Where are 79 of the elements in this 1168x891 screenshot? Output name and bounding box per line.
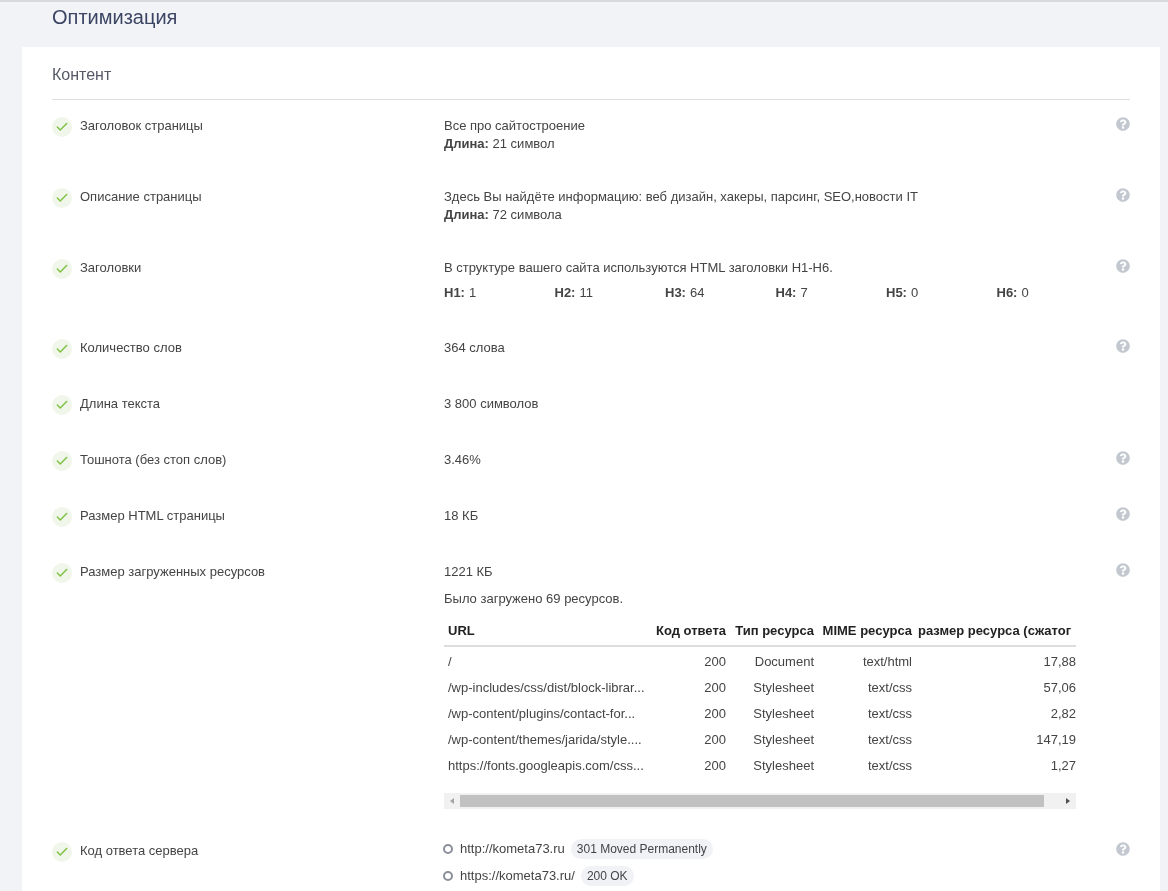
table-cell-text: Document [753,653,815,672]
value-text: 1221 КБ [444,564,494,580]
check-label: Код ответа сервера [80,843,200,859]
table-cell-text: 200 [703,653,727,672]
note-text: Было загружено 69 ресурсов. [444,591,625,607]
table-cell-text: 57,06 [1042,679,1076,698]
table-cell-text: 200 [703,757,727,776]
column-header: URL [447,622,476,641]
heading-count: 11 [579,285,593,301]
table-cell-text: /wp-includes/css/dist/block-librar... [447,679,646,698]
heading-count: 0 [910,285,919,301]
table-cell-text: 1,27 [1049,757,1076,776]
check-label: Тошнота (без стоп слов) [80,452,228,468]
heading-count: 64 [689,285,705,301]
heading-tag: H6: [996,285,1018,301]
table-cell-text: /wp-content/plugins/contact-for... [447,705,637,724]
heading-count: 0 [1021,285,1029,301]
heading-tag: H4: [775,285,797,301]
help-icon[interactable] [1116,117,1130,134]
help-icon[interactable] [1116,259,1130,276]
table-cell-text: 147,19 [1035,731,1076,750]
value-text: Здесь Вы найдёте информацию: веб дизайн, хакеры, парсинг, SEO,новости IT [444,189,919,205]
horizontal-scrollbar[interactable] [444,793,1076,809]
help-icon[interactable] [1116,842,1130,859]
heading-count: 1 [468,285,477,301]
value-text: 3.46% [444,452,482,468]
timeline-node-icon [442,843,454,855]
value-text: Длина: 72 символа [444,207,563,223]
help-icon[interactable] [1116,339,1130,356]
help-icon[interactable] [1116,451,1130,468]
redirect-url: http://kometa73.ru [460,840,565,859]
column-header: размер ресурса (сжатог [917,622,1073,641]
check-label: Заголовки [80,260,143,276]
table-cell-text: 200 [703,731,727,750]
heading-tag: H5: [886,285,907,301]
table-cell-text: Stylesheet [752,679,815,698]
help-icon[interactable] [1116,507,1130,524]
table-cell-text: text/html [861,653,913,672]
value-text: 364 слова [444,340,506,356]
status-badge: 301 Moved Permanently [570,839,713,859]
help-icon[interactable] [1116,188,1130,205]
table-cell-text: 200 [703,705,727,724]
heading-tag: H3: [665,285,686,301]
value-text: 18 КБ [444,508,480,524]
page-title: Оптимизация [52,5,179,29]
table-cell-text: 200 [703,679,727,698]
check-label: Количество слов [80,340,183,356]
help-icon[interactable] [1116,563,1130,580]
value-text: 3 800 символов [444,396,540,412]
check-label: Размер загруженных ресурсов [80,564,267,580]
table-cell-text: / [447,653,453,672]
table-cell-text: 2,82 [1049,705,1076,724]
table-cell-text: /wp-content/themes/jarida/style.... [447,731,643,750]
timeline-node-icon [442,870,454,882]
check-label: Заголовок страницы [80,118,204,134]
section-title: Контент [52,47,1130,100]
table-cell-text: https://fonts.googleapis.com/css... [447,757,645,776]
value-text: Все про сайтостроение [444,118,586,134]
check-label: Размер HTML страницы [80,508,226,524]
check-label: Длина текста [80,396,162,412]
column-header: MIME ресурса [821,622,913,641]
heading-count: 7 [800,285,808,301]
table-cell-text: 17,88 [1042,653,1076,672]
column-header: Тип ресурса [734,622,815,641]
table-cell-text: text/css [866,705,913,724]
table-cell-text: text/css [866,757,913,776]
table-cell-text: Stylesheet [752,705,815,724]
table-cell-text: text/css [866,731,913,750]
heading-tag: H1: [444,285,465,301]
table-cell-text: text/css [866,679,913,698]
check-label: Описание страницы [80,189,203,205]
table-cell-text: Stylesheet [752,757,815,776]
redirect-url: https://kometa73.ru/ [460,867,575,886]
value-text: В структуре вашего сайта используются HTML заголовки H1-H6. [444,260,834,276]
value-text: Длина: 21 символ [444,136,556,152]
heading-tag: H2: [554,285,576,301]
table-cell-text: Stylesheet [752,731,815,750]
status-badge: 200 OK [580,866,634,886]
column-header: Код ответа [654,622,727,641]
